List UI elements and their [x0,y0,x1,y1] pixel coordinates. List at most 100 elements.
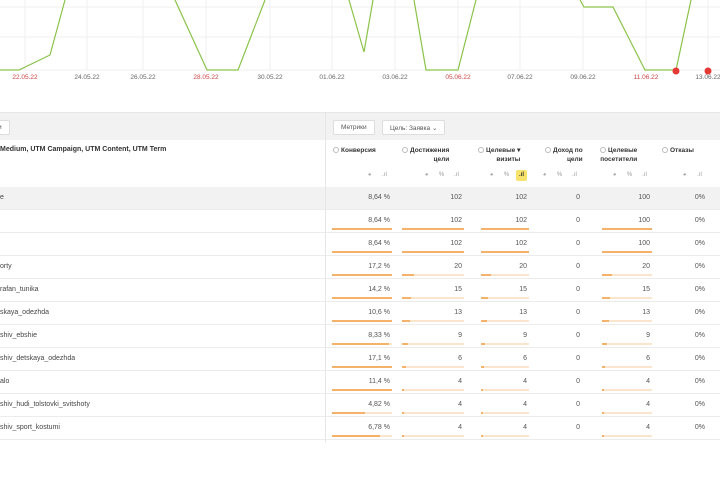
table-header: Medium, UTM Campaign, UTM Content, UTM T… [0,140,720,187]
info-icon [402,147,408,153]
metric-cell: 0 [576,401,580,408]
info-icon [600,147,606,153]
table-row[interactable]: orty 17,2 % 20 20 0 20 0% [0,256,720,279]
table-row[interactable]: alo 11,4 % 4 4 0 4 0% [0,371,720,394]
table-row[interactable]: shiv_detskaya_odezhda 17,1 % 6 6 0 6 0% [0,348,720,371]
metric-cell: 0% [694,332,705,339]
metric-cell: 9 [523,332,527,339]
percent-icon[interactable]: % [624,170,635,181]
table-row[interactable]: shiv_hudi_tolstovki_svitshoty 4,82 % 4 4 0 4 0… [0,394,720,417]
metric-bar [481,297,529,299]
table-row[interactable]: shiv_ebshie 8,33 % 9 9 0 9 0% [0,325,720,348]
metric-bar [332,251,392,253]
column-header[interactable]: Отказы [662,146,694,155]
metric-cell: 0% [694,424,705,431]
metrics-button[interactable]: Метрики [333,120,375,135]
percent-icon[interactable]: % [501,170,512,181]
table-row[interactable]: skaya_odezhda 10,6 % 13 13 0 13 0% [0,302,720,325]
metric-bar [602,366,652,368]
column-header[interactable]: Достижения цели [402,146,449,164]
metric-cell: 0 [576,309,580,316]
table-row[interactable]: 8,64 % 102 102 0 100 0% [0,210,720,233]
dimension-cell[interactable]: shiv_detskaya_odezhda [0,355,75,362]
total-row[interactable]: е 8,64 % 102 102 0 100 0% [0,187,720,210]
pie-chart-icon[interactable]: ◕ [539,170,550,181]
column-header-line2: визиты [496,156,521,163]
metric-bar [332,228,392,230]
metric-cell: 17,1 % [368,355,390,362]
column-header-line1: Отказы [670,147,694,154]
column-header[interactable]: Целевые посетители [600,146,637,164]
bar-chart-icon[interactable]: .ıl [379,170,390,181]
goal-select[interactable]: Цель: Заявка ⌄ [382,120,446,135]
bar-chart-icon[interactable]: .ıl [694,170,705,181]
metric-bar [332,320,392,322]
column-header-line2: цели [433,156,450,163]
pie-chart-icon[interactable]: ◕ [679,170,690,181]
metric-cell: 8,64 % [368,240,390,247]
table-row[interactable]: rafan_tunika 14,2 % 15 15 0 15 0% [0,279,720,302]
metric-bar [332,389,392,391]
column-header-line2: посетители [600,156,638,163]
pie-chart-icon[interactable]: ◕ [486,170,497,181]
metric-bar [332,274,392,276]
bar-chart-icon[interactable]: .ıl [516,170,527,181]
metric-bar [332,297,392,299]
x-tick-label: 09.06.22 [570,74,596,81]
dimension-cell[interactable]: rafan_tunika [0,286,39,293]
metric-cell: 4 [646,401,650,408]
metric-bar [332,343,392,345]
percent-icon[interactable]: % [436,170,447,181]
dimension-cell[interactable]: alo [0,378,9,385]
metric-bar [402,297,464,299]
groupings-button[interactable]: и [0,120,10,135]
metric-cell: 100 [638,240,650,247]
dimension-cell[interactable]: shiv_ebshie [0,332,37,339]
metric-bar [402,320,464,322]
dimension-cell[interactable]: orty [0,263,12,270]
line-chart [0,0,720,75]
metric-bar [332,366,392,368]
column-header[interactable]: Целевые ▾ визиты [478,146,520,164]
metric-cell: 8,33 % [368,332,390,339]
metric-cell: 0% [694,401,705,408]
metric-cell: 0 [576,424,580,431]
column-header[interactable]: Доход по цели [545,146,583,164]
metric-cell: 6 [523,355,527,362]
pie-chart-icon[interactable]: ◕ [609,170,620,181]
metric-bar [481,228,529,230]
x-tick-label: 05.06.22 [445,74,471,81]
metric-bar [602,412,652,414]
metric-cell: 15 [519,286,527,293]
dimension-cell[interactable]: shiv_hudi_tolstovki_svitshoty [0,401,90,408]
percent-icon[interactable]: % [554,170,565,181]
dimension-header: Medium, UTM Campaign, UTM Content, UTM T… [0,146,167,153]
x-tick-label: 22.05.22 [12,74,38,81]
metric-cell: 20 [519,263,527,270]
chart-line-segment [413,0,477,71]
metric-bar [481,435,529,437]
bar-chart-icon[interactable]: .ıl [451,170,462,181]
metric-cell: 0% [694,194,705,201]
metric-bar [481,389,529,391]
pie-chart-icon[interactable]: ◕ [421,170,432,181]
metric-cell: 0 [576,194,580,201]
pie-chart-icon[interactable]: ◕ [364,170,375,181]
metric-cell: 0% [694,217,705,224]
dimension-cell[interactable]: shiv_sport_kostumi [0,424,60,431]
metric-cell: 0 [576,332,580,339]
dimension-cell[interactable]: skaya_odezhda [0,309,49,316]
table-row[interactable]: 8,64 % 102 102 0 100 0% [0,233,720,256]
metric-bar [602,435,652,437]
bar-chart-icon[interactable]: .ıl [639,170,650,181]
x-tick-label: 07.06.22 [507,74,533,81]
metric-cell: 10,6 % [368,309,390,316]
column-header-line1: Целевые ▾ [486,147,521,154]
metric-cell: 20 [642,263,650,270]
metric-cell: 15 [454,286,462,293]
dimension-cell[interactable]: е [0,194,4,201]
metric-bar [402,366,464,368]
table-row[interactable]: shiv_sport_kostumi 6,78 % 4 4 0 4 0% [0,417,720,440]
column-header[interactable]: Конверсия [333,146,376,155]
bar-chart-icon[interactable]: .ıl [569,170,580,181]
